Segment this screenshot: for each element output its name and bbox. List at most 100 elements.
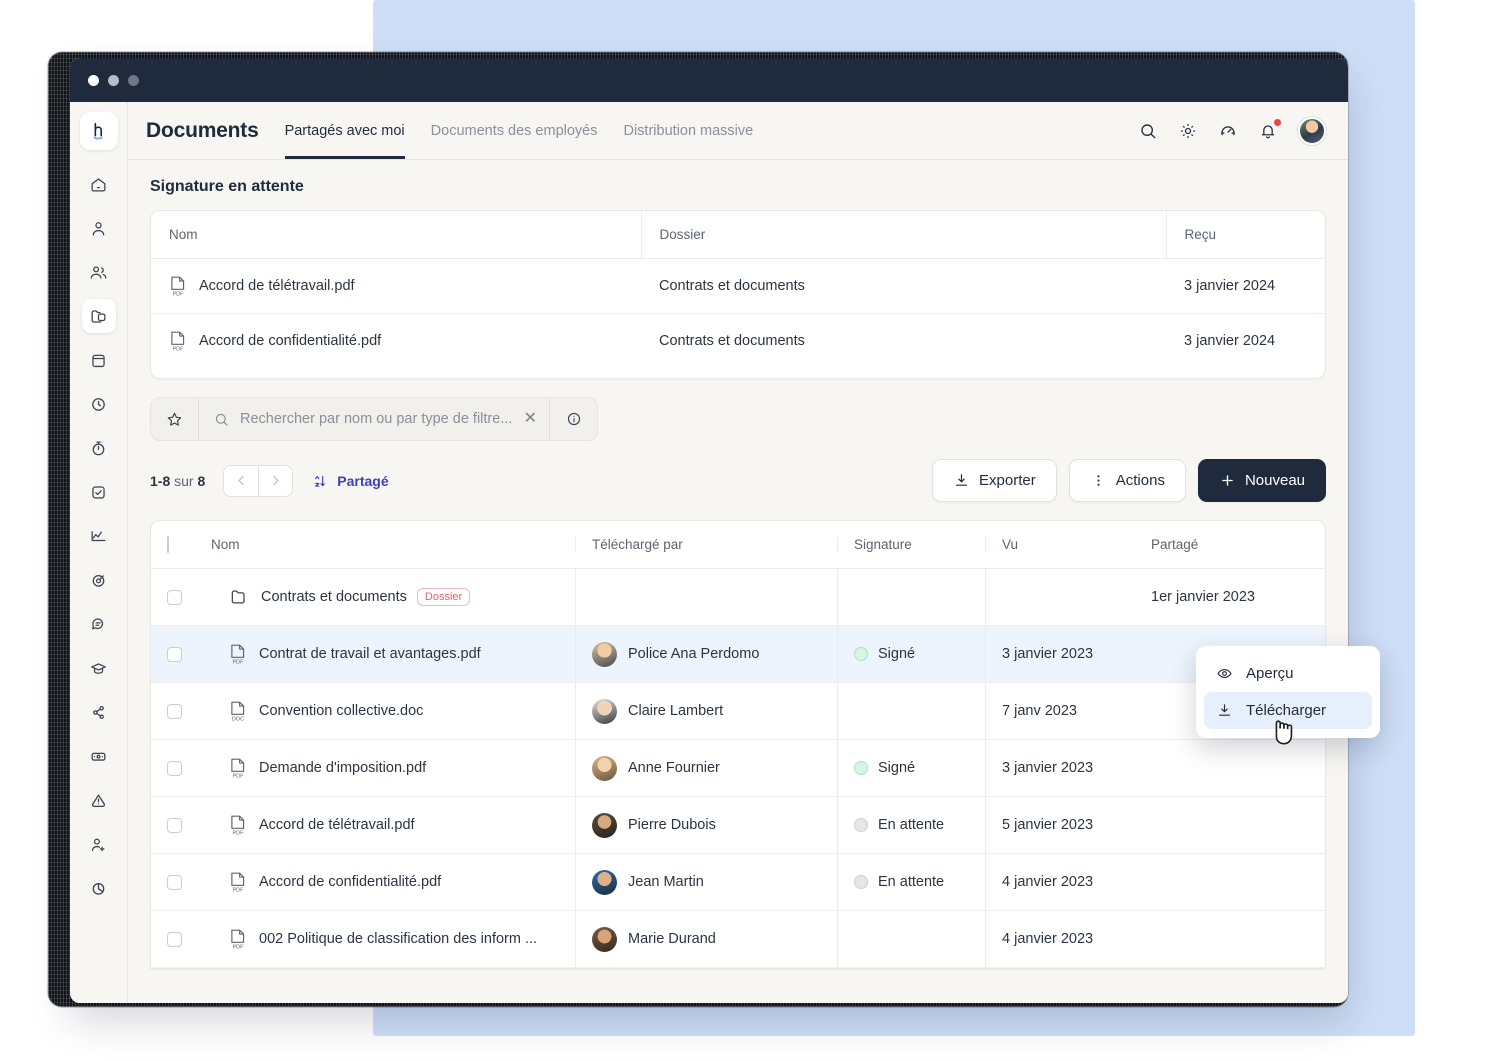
sidebar-item-alerts[interactable] [82,783,116,817]
close-icon[interactable]: ✕ [524,411,537,427]
sidebar-item-timer[interactable] [82,431,116,465]
file-name: Accord de confidentialité.pdf [199,333,382,349]
tab-documents-des-employes[interactable]: Documents des employés [431,102,598,159]
gear-icon[interactable] [1178,121,1198,141]
row-checkbox[interactable] [167,931,182,947]
new-button[interactable]: Nouveau [1197,459,1326,502]
pagination-next-button[interactable] [258,465,292,496]
sort-label: Partagé [337,472,389,489]
table-row[interactable]: PDF Accord de confidentialité.pdf Contra… [151,314,1325,369]
sidebar-item-messages[interactable] [82,607,116,641]
app-logo[interactable] [79,112,118,150]
sort-az-icon [315,475,326,487]
row-checkbox[interactable] [167,646,182,662]
cell-name: PDF Accord de télétravail.pdf [195,796,575,854]
sidebar-item-goals[interactable] [82,563,116,597]
context-menu-item-apercu[interactable]: Aperçu [1204,655,1372,692]
row-checkbox[interactable] [167,817,182,833]
table-row[interactable]: PDF 002 Politique de classification des … [151,910,1325,968]
cell-name: DOC Convention collective.doc [195,682,575,740]
select-all-checkbox[interactable] [167,536,169,553]
list-toolbar: 1-8 sur 8 Partagé Exporter Actions Nouve… [150,459,1326,502]
col-header-nom[interactable]: Nom [195,521,575,569]
col-header-vu[interactable]: Vu [985,521,1135,569]
table-row[interactable]: PDF Demande d'imposition.pdf Anne Fourni… [151,739,1325,797]
cell-viewed [985,568,1135,626]
sidebar-item-time[interactable] [82,387,116,421]
sidebar-item-reports[interactable] [82,871,116,905]
row-checkbox[interactable] [167,760,182,776]
sidebar-item-calendar[interactable] [82,343,116,377]
speedometer-icon[interactable] [1218,121,1238,141]
pending-signature-card: Nom Dossier Reçu PDF Accord de télétrava… [150,210,1326,379]
sidebar-item-payroll[interactable] [82,739,116,773]
svg-text:PDF: PDF [233,659,245,665]
sidebar-item-tasks[interactable] [82,475,116,509]
window-minimize-button[interactable] [108,74,119,86]
search-icon[interactable] [1138,121,1158,141]
tab-partages-avec-moi[interactable]: Partagés avec moi [285,102,405,159]
cell-uploaded-by [575,568,837,626]
doc-file-icon: DOC [231,701,245,722]
avatar[interactable] [1298,116,1326,145]
mouse-cursor [1275,720,1293,745]
cell-uploaded-by: Claire Lambert [575,682,837,740]
table-row[interactable]: DOC Convention collective.doc Claire Lam… [151,682,1325,740]
table-row[interactable]: Contrats et documents Dossier 1er janvie… [151,568,1325,626]
pdf-file-icon: PDF [231,815,245,836]
table-row[interactable]: PDF Contrat de travail et avantages.pdf … [151,625,1325,683]
table-row[interactable]: PDF Accord de confidentialité.pdf Jean M… [151,853,1325,911]
pagination-prev-button[interactable] [224,466,258,496]
tab-distribution-massive[interactable]: Distribution massive [623,102,753,159]
sidebar-item-analytics[interactable] [82,519,116,553]
col-header-nom[interactable]: Nom [151,211,641,259]
sidebar-item-workflow[interactable] [82,695,116,729]
row-checkbox[interactable] [167,703,182,719]
sidebar-item-profile[interactable] [82,211,116,245]
cell-signature [837,910,985,968]
row-checkbox[interactable] [167,589,182,605]
pdf-file-icon: PDF [231,644,245,665]
status-badge: Dossier [416,588,471,606]
avatar [592,698,617,724]
sidebar-item-home[interactable] [82,167,116,201]
col-header-partage[interactable]: Partagé [1135,521,1325,569]
actions-button[interactable]: Actions [1068,459,1186,502]
cell-received: 3 janvier 2024 [1166,258,1325,314]
header-actions [1138,116,1326,145]
window-maximize-button[interactable] [128,74,139,86]
pagination-controls [223,464,294,497]
cell-select [151,568,195,626]
table-row[interactable]: PDF Accord de télétravail.pdf Pierre Dub… [151,796,1325,854]
bell-icon[interactable] [1258,118,1281,141]
window-body: Documents Partagés avec moi Documents de… [70,102,1348,1003]
cell-signature: Signé [837,625,985,683]
cell-viewed: 4 janvier 2023 [985,910,1135,968]
pdf-file-icon: PDF [171,276,185,297]
sidebar-item-learning[interactable] [82,651,116,685]
sidebar-item-people[interactable] [82,255,116,289]
sort-control[interactable]: Partagé [313,472,389,489]
table-header-row: Nom Téléchargé par Signature Vu Partagé [151,521,1325,569]
avatar [592,641,617,667]
search-input[interactable]: Rechercher par nom ou par type de filtre… [199,398,549,440]
export-button[interactable]: Exporter [932,459,1057,502]
col-header-dossier[interactable]: Dossier [640,211,1166,259]
row-checkbox[interactable] [167,874,182,890]
col-header-telecharge-par[interactable]: Téléchargé par [575,521,837,569]
cell-name: PDF Contrat de travail et avantages.pdf [195,625,575,683]
star-icon[interactable] [151,398,199,440]
page-content: Signature en attente Nom Dossier Reçu PD… [128,160,1348,1003]
download-icon [955,474,968,486]
cell-name: PDF Accord de confidentialité.pdf [195,853,575,911]
sidebar-item-add-user[interactable] [82,827,116,861]
cell-received: 3 janvier 2024 [1184,333,1276,349]
col-header-recu[interactable]: Reçu [1165,211,1325,259]
svg-text:PDF: PDF [233,944,245,950]
cell-uploaded-by: Pierre Dubois [575,796,837,854]
info-icon[interactable] [549,398,597,440]
sidebar-item-documents[interactable] [81,299,116,333]
col-header-signature[interactable]: Signature [837,521,985,569]
table-row[interactable]: PDF Accord de télétravail.pdf Contrats e… [151,258,1325,314]
window-close-button[interactable] [88,74,99,86]
